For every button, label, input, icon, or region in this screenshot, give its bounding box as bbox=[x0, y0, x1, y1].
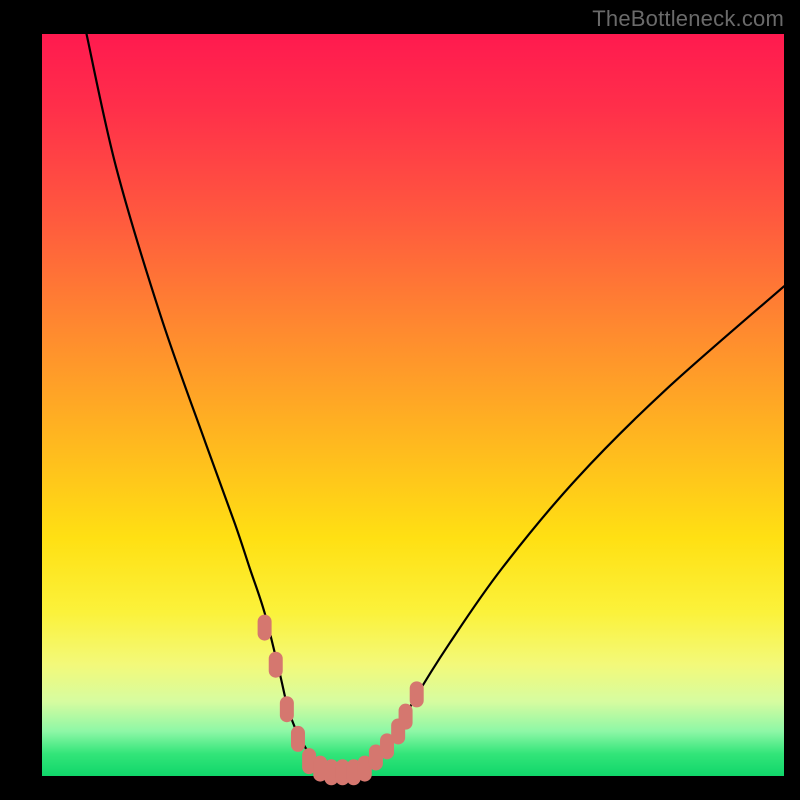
curve-marker bbox=[399, 704, 413, 730]
curve-markers bbox=[258, 615, 424, 786]
curve-marker bbox=[269, 652, 283, 678]
bottleneck-curve-svg bbox=[42, 34, 784, 776]
curve-marker bbox=[258, 615, 272, 641]
plot-area bbox=[42, 34, 784, 776]
curve-path bbox=[87, 34, 784, 773]
curve-marker bbox=[291, 726, 305, 752]
watermark-text: TheBottleneck.com bbox=[592, 6, 784, 32]
chart-frame: TheBottleneck.com bbox=[0, 0, 800, 800]
curve-marker bbox=[410, 681, 424, 707]
curve-marker bbox=[280, 696, 294, 722]
